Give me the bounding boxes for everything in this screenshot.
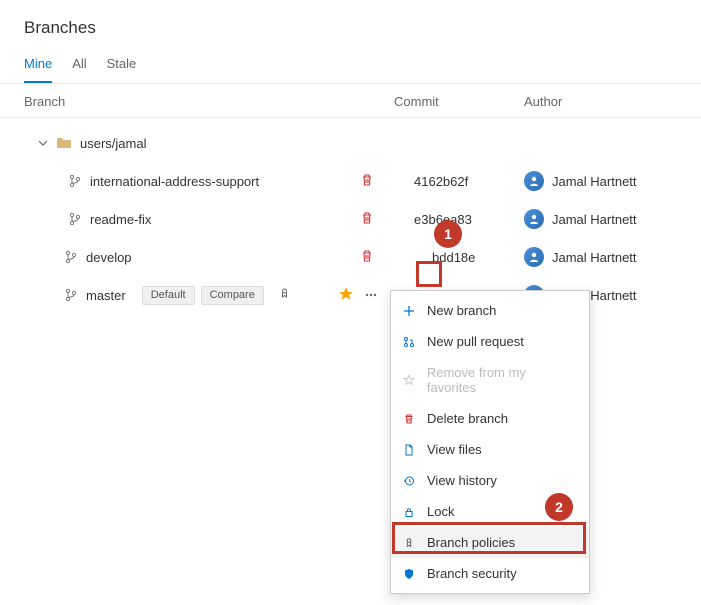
menu-label: View files [427,442,482,457]
tabs: Mine All Stale [0,48,701,84]
author-name: Jamal Hartnett [552,174,637,189]
menu-label: View history [427,473,497,488]
branch-rows: users/jamal international-address-suppor… [0,118,701,320]
tag-default: Default [142,286,195,305]
pull-request-icon [403,336,417,348]
table-row[interactable]: international-address-support 4162b62f J… [0,162,701,200]
menu-label: Branch security [427,566,517,581]
menu-view-history[interactable]: View history [391,465,589,496]
avatar [524,209,544,229]
avatar [524,171,544,191]
avatar [524,247,544,267]
menu-lock[interactable]: Lock [391,496,589,527]
policy-icon [403,537,417,549]
menu-branch-policies[interactable]: Branch policies [391,527,589,558]
shield-icon [403,568,417,580]
folder-row[interactable]: users/jamal [0,124,701,162]
menu-view-files[interactable]: View files [391,434,589,465]
trash-icon[interactable] [360,211,374,228]
branch-icon [64,288,78,302]
commit-hash[interactable]: 4162b62f [394,174,524,189]
trash-icon[interactable] [360,249,374,266]
menu-new-branch[interactable]: New branch [391,295,589,326]
menu-label: Delete branch [427,411,508,426]
commit-hash[interactable]: bdd18e [394,250,524,265]
author-cell[interactable]: Jamal Hartnett [524,247,677,267]
menu-label: Lock [427,504,454,519]
menu-delete-branch[interactable]: Delete branch [391,403,589,434]
tab-all[interactable]: All [72,48,86,83]
table-row[interactable]: master Default Compare 4162b62f Jamal Ha… [0,276,701,314]
menu-label: New pull request [427,334,524,349]
lock-icon [403,506,417,518]
branch-name: international-address-support [90,174,259,189]
table-row[interactable]: readme-fix e3b6ea83 Jamal Hartnett [0,200,701,238]
more-actions-button[interactable] [360,284,382,306]
column-author[interactable]: Author [524,94,677,109]
author-name: Jamal Hartnett [552,250,637,265]
page-title: Branches [0,0,701,48]
author-cell[interactable]: Jamal Hartnett [524,209,677,229]
branch-name: master [86,288,126,303]
star-icon[interactable] [338,286,354,305]
menu-label: Branch policies [427,535,515,550]
tag-compare: Compare [201,286,264,305]
tab-stale[interactable]: Stale [107,48,137,83]
author-cell[interactable]: Jamal Hartnett [524,171,677,191]
history-icon [403,475,417,487]
folder-name: users/jamal [80,136,146,151]
chevron-down-icon[interactable] [38,138,48,148]
branch-tags: Default Compare [142,286,264,305]
branch-icon [64,250,78,264]
star-outline-icon [403,374,417,386]
menu-new-pr[interactable]: New pull request [391,326,589,357]
column-commit[interactable]: Commit [394,94,524,109]
context-menu: New branch New pull request Remove from … [390,290,590,594]
author-name: Jamal Hartnett [552,212,637,227]
menu-remove-favorite: Remove from my favorites [391,357,589,403]
table-header: Branch Commit Author [0,84,701,118]
column-branch[interactable]: Branch [24,94,394,109]
branch-name: develop [86,250,132,265]
plus-icon [403,305,417,317]
file-icon [403,444,417,456]
table-row[interactable]: develop bdd18e Jamal Hartnett [0,238,701,276]
menu-label: Remove from my favorites [427,365,577,395]
policy-badge-icon [278,287,291,303]
branch-icon [68,212,82,226]
branch-icon [68,174,82,188]
folder-icon [56,136,72,150]
menu-branch-security[interactable]: Branch security [391,558,589,589]
branch-name: readme-fix [90,212,151,227]
trash-icon[interactable] [360,173,374,190]
menu-label: New branch [427,303,496,318]
trash-icon [403,413,417,425]
commit-hash[interactable]: e3b6ea83 [394,212,524,227]
tab-mine[interactable]: Mine [24,48,52,83]
